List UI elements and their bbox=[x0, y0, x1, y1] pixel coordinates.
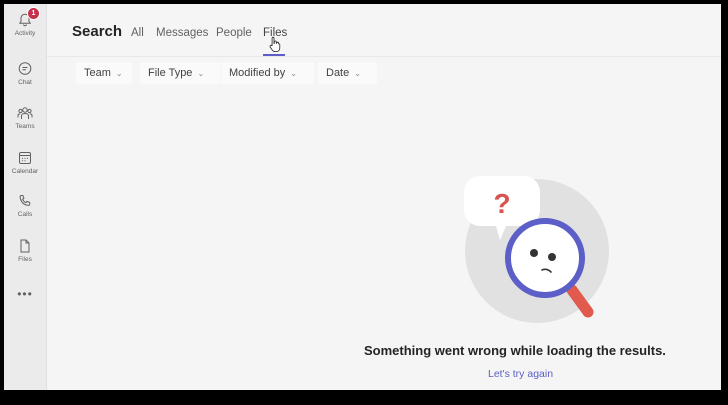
rail-item-chat[interactable]: Chat bbox=[4, 61, 46, 101]
rail-item-label: Activity bbox=[14, 30, 36, 37]
rail-item-teams[interactable]: Teams bbox=[4, 105, 46, 145]
rail-item-label: Calendar bbox=[11, 168, 39, 175]
filter-label: Team bbox=[84, 67, 111, 79]
filter-team[interactable]: Team ⌄ bbox=[76, 62, 132, 84]
page-title: Search bbox=[72, 23, 123, 40]
chevron-down-icon: ⌄ bbox=[354, 68, 361, 78]
rail-item-activity[interactable]: 1 Activity bbox=[4, 7, 46, 52]
file-icon bbox=[20, 239, 30, 253]
question-mark: ? bbox=[493, 188, 510, 219]
more-apps-button[interactable]: ••• bbox=[4, 287, 46, 301]
filter-label: Modified by bbox=[229, 67, 286, 79]
calendar-icon bbox=[19, 152, 31, 164]
tab-people[interactable]: People bbox=[216, 27, 252, 39]
filter-modified-by[interactable]: Modified by ⌄ bbox=[221, 62, 314, 84]
chevron-down-icon: ⌄ bbox=[115, 68, 123, 78]
search-panel: Search All Messages People Files Team ⌄ F… bbox=[47, 4, 721, 390]
filter-date[interactable]: Date ⌄ bbox=[318, 62, 377, 84]
filter-label: File Type bbox=[148, 67, 193, 79]
retry-link[interactable]: Let's try again bbox=[488, 368, 553, 380]
rail-item-files[interactable]: Files bbox=[4, 238, 46, 278]
chevron-down-icon: ⌄ bbox=[197, 68, 205, 78]
error-message: Something went wrong while loading the r… bbox=[364, 343, 666, 358]
rail-item-label: Teams bbox=[15, 123, 35, 130]
search-header: Search All Messages People Files bbox=[47, 4, 721, 57]
rail-item-label: Files bbox=[18, 256, 32, 263]
active-tab-indicator bbox=[263, 54, 285, 56]
rail-item-calls[interactable]: Calls bbox=[4, 193, 46, 233]
filter-file-type[interactable]: File Type ⌄ bbox=[140, 62, 220, 84]
filter-label: Date bbox=[326, 67, 350, 79]
rail-item-label: Chat bbox=[18, 79, 32, 86]
notification-badge: 1 bbox=[27, 7, 40, 20]
rail-item-calendar[interactable]: Calendar bbox=[4, 150, 46, 190]
error-illustration: ? bbox=[464, 176, 609, 323]
teams-window: 1 Activity Chat Teams Calendar Calls Fil… bbox=[4, 4, 721, 390]
chevron-down-icon: ⌄ bbox=[290, 68, 297, 78]
tab-all[interactable]: All bbox=[131, 27, 144, 39]
rail-item-label: Calls bbox=[17, 211, 33, 218]
tab-messages[interactable]: Messages bbox=[156, 27, 208, 39]
teams-icon bbox=[17, 107, 33, 119]
chat-icon bbox=[18, 62, 32, 75]
phone-icon bbox=[19, 195, 31, 206]
hand-cursor-icon bbox=[269, 36, 281, 52]
app-rail: 1 Activity Chat Teams Calendar Calls Fil… bbox=[4, 4, 47, 390]
